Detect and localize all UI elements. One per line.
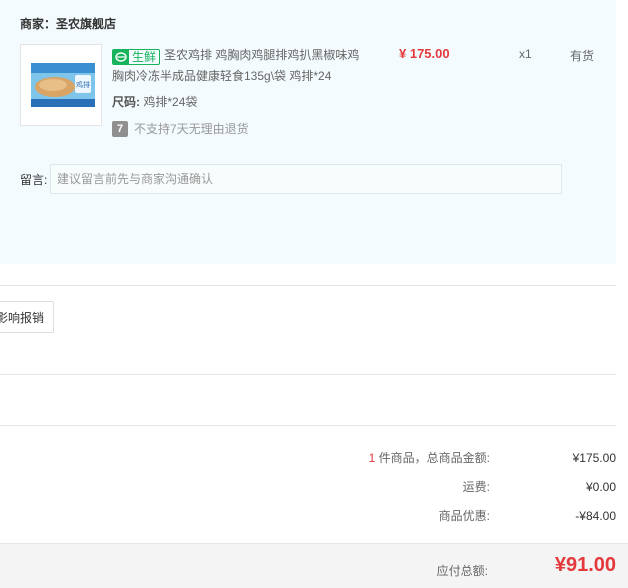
- payable-value: ¥91.00: [554, 554, 616, 576]
- shipping-row: 运费: ¥0.00: [0, 477, 616, 497]
- fresh-tag: 生鲜: [112, 49, 161, 65]
- product-quantity: x1: [519, 47, 532, 61]
- product-price: ¥ 175.00: [399, 46, 450, 61]
- divider: [0, 374, 616, 375]
- remark-input[interactable]: [50, 164, 562, 194]
- items-total-value: ¥175.00: [572, 451, 616, 465]
- shop-order-panel: 商家：圣农旗舰店 鸡排 生鲜 圣农鸡排 鸡胸肉鸡腿排鸡扒黑椒味鸡胸肉冷冻半成品健康…: [0, 0, 616, 264]
- no-return-icon: 7: [112, 120, 128, 137]
- invoice-reimburse-button[interactable]: 影响报销: [0, 301, 54, 333]
- return-policy-text: 不支持7天无理由退货: [134, 122, 249, 136]
- discount-row: 商品优惠: -¥84.00: [0, 506, 616, 526]
- divider: [0, 285, 616, 286]
- product-title[interactable]: 生鲜 圣农鸡排 鸡胸肉鸡腿排鸡扒黑椒味鸡胸肉冷冻半成品健康轻食135g\袋 鸡排*…: [112, 45, 368, 87]
- remark-label: 留言:: [20, 173, 48, 187]
- discount-value: -¥84.00: [575, 509, 616, 523]
- shipping-label: 运费:: [462, 480, 490, 494]
- product-spec: 尺码: 鸡排*24袋: [112, 93, 197, 110]
- seller-row: 商家：圣农旗舰店: [20, 15, 116, 32]
- spec-value: 鸡排*24袋: [143, 95, 198, 109]
- items-total-row: 1 件商品，总商品金额: ¥175.00: [0, 448, 616, 468]
- spec-label: 尺码:: [112, 95, 140, 109]
- product-thumbnail[interactable]: 鸡排: [20, 44, 102, 126]
- seller-name[interactable]: 圣农旗舰店: [56, 17, 116, 31]
- divider: [0, 425, 616, 426]
- product-image: 鸡排: [21, 45, 101, 125]
- discount-label: 商品优惠:: [438, 509, 490, 523]
- fresh-icon: [113, 50, 129, 64]
- stock-status: 有货: [570, 49, 595, 63]
- shipping-value: ¥0.00: [585, 480, 616, 494]
- fresh-tag-label: 生鲜: [132, 50, 157, 64]
- item-count: 1: [368, 451, 376, 465]
- items-label-text: 件商品，总商品金额:: [378, 451, 490, 465]
- items-total-label: 1 件商品，总商品金额:: [369, 448, 490, 468]
- package-label: 鸡排: [76, 80, 90, 89]
- payable-total-bar: 应付总额: ¥91.00: [0, 543, 628, 588]
- return-policy: 7 不支持7天无理由退货: [112, 120, 249, 137]
- seller-label: 商家：: [20, 17, 57, 31]
- payable-label: 应付总额:: [436, 564, 488, 578]
